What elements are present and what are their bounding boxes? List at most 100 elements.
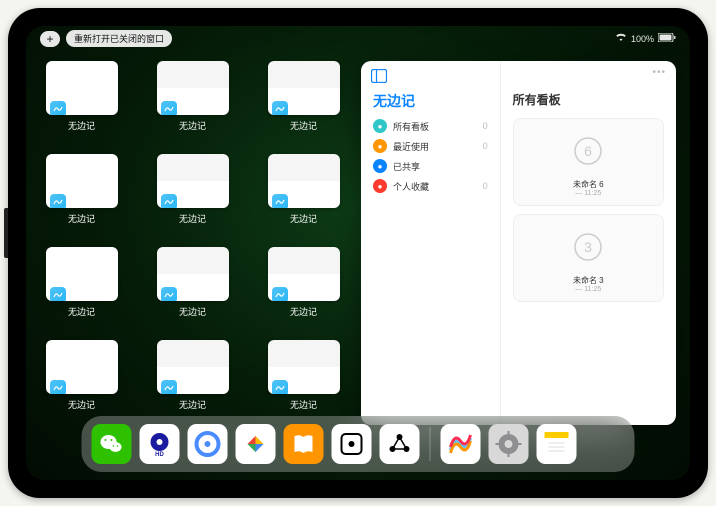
thumbnail-preview [157,247,229,301]
folder-icon: ● [373,179,387,193]
window-thumbnail[interactable]: 无边记 [262,61,345,146]
sidebar-item-label: 最近使用 [393,140,477,153]
freeform-app-icon [50,194,66,208]
board-meta: — 11:25 [522,190,655,197]
ipad-frame: + 重新打开已关闭的窗口 100% 无边记无边记无边记无边记无边记无边记无边记无… [8,8,708,498]
dock-app-books[interactable] [284,424,324,464]
window-thumbnail[interactable]: 无边记 [262,247,345,332]
board-card[interactable]: 6 未命名 6 — 11:25 [513,118,664,206]
window-thumbnail[interactable]: 无边记 [40,154,123,239]
thumbnail-preview [46,154,118,208]
thumbnail-label: 无边记 [290,212,317,225]
window-thumbnail[interactable]: 无边记 [151,61,234,146]
sidebar-item-label: 已共享 [393,160,482,173]
sidebar-item-count: 0 [483,121,488,131]
thumbnail-preview [268,247,340,301]
freeform-app-icon [50,101,66,115]
thumbnail-label: 无边记 [68,119,95,132]
thumbnail-preview [157,61,229,115]
freeform-app-icon [161,287,177,301]
window-thumbnail[interactable]: 无边记 [151,154,234,239]
thumbnail-preview [46,340,118,394]
freeform-app-icon [161,380,177,394]
dock-app-play[interactable] [236,424,276,464]
thumbnail-label: 无边记 [68,212,95,225]
window-thumbnail[interactable]: 无边记 [40,247,123,332]
thumbnail-label: 无边记 [68,305,95,318]
freeform-app-icon [50,380,66,394]
wifi-icon [615,33,627,44]
dock-app-app-library[interactable] [585,424,625,464]
screen: + 重新打开已关闭的窗口 100% 无边记无边记无边记无边记无边记无边记无边记无… [26,26,690,480]
freeform-app-icon [50,287,66,301]
board-card[interactable]: 3 未命名 3 — 11:25 [513,214,664,302]
dock-app-freeform[interactable] [441,424,481,464]
dock-app-wechat[interactable] [92,424,132,464]
freeform-app-icon [272,194,288,208]
drag-handle-icon[interactable]: ••• [652,67,666,78]
window-thumbnail[interactable]: 无边记 [262,340,345,425]
freeform-app-icon [161,101,177,115]
svg-text:6: 6 [584,143,592,159]
board-name: 未命名 3 [522,275,655,286]
sidebar-item[interactable]: ● 所有看板 0 [373,119,488,133]
dock-app-settings[interactable] [489,424,529,464]
thumbnail-preview [46,61,118,115]
sidebar-item-label: 个人收藏 [393,180,477,193]
window-thumbnail[interactable]: 无边记 [151,247,234,332]
content-title: 所有看板 [513,91,664,108]
workspace: 无边记无边记无边记无边记无边记无边记无边记无边记无边记无边记无边记无边记 •••… [26,49,690,425]
board-thumbnail: 6 [522,127,655,175]
window-thumbnail[interactable]: 无边记 [40,61,123,146]
thumbnail-label: 无边记 [179,305,206,318]
dock-app-quark-hd[interactable]: HD [140,424,180,464]
sidebar-item-count: 0 [483,141,488,151]
freeform-app-icon [272,287,288,301]
thumbnail-label: 无边记 [68,398,95,411]
svg-text:HD: HD [155,452,164,458]
status-bar: + 重新打开已关闭的窗口 100% [26,26,690,49]
thumbnail-preview [268,154,340,208]
battery-icon [658,33,676,44]
thumbnail-preview [268,340,340,394]
thumbnail-preview [268,61,340,115]
thumbnail-label: 无边记 [179,212,206,225]
thumbnail-preview [157,154,229,208]
window-thumbnail[interactable]: 无边记 [262,154,345,239]
thumbnail-preview [46,247,118,301]
dock: HD [82,416,635,472]
folder-icon: ● [373,159,387,173]
battery-text: 100% [631,34,654,44]
thumbnail-label: 无边记 [179,398,206,411]
panel-content: 所有看板 6 未命名 6 — 11:25 3 未命名 3 — 11:25 [500,61,676,425]
new-window-button[interactable]: + [40,31,60,47]
window-thumbnails-grid: 无边记无边记无边记无边记无边记无边记无边记无边记无边记无边记无边记无边记 [40,61,345,425]
dock-app-hub[interactable] [380,424,420,464]
reopen-closed-window-button[interactable]: 重新打开已关闭的窗口 [66,30,172,47]
board-name: 未命名 6 [522,179,655,190]
dock-app-quark[interactable] [188,424,228,464]
folder-icon: ● [373,119,387,133]
sidebar-item[interactable]: ● 最近使用 0 [373,139,488,153]
thumbnail-preview [157,340,229,394]
thumbnail-label: 无边记 [290,398,317,411]
dock-app-notes[interactable] [537,424,577,464]
sidebar-item[interactable]: ● 已共享 [373,159,488,173]
sidebar-item-label: 所有看板 [393,120,477,133]
dock-divider [430,427,431,461]
thumbnail-label: 无边记 [290,119,317,132]
freeform-app-icon [272,101,288,115]
freeform-app-icon [272,380,288,394]
sidebar-toggle-icon[interactable] [371,69,387,83]
board-thumbnail: 3 [522,223,655,271]
window-thumbnail[interactable]: 无边记 [40,340,123,425]
window-thumbnail[interactable]: 无边记 [151,340,234,425]
freeform-app-icon [161,194,177,208]
panel-sidebar: 无边记 ● 所有看板 0● 最近使用 0● 已共享 ● 个人收藏 0 [361,61,500,425]
sidebar-item[interactable]: ● 个人收藏 0 [373,179,488,193]
board-meta: — 11:25 [522,286,655,293]
dock-app-dots-app[interactable] [332,424,372,464]
stage-manager-side-panel[interactable]: ••• 无边记 ● 所有看板 0● 最近使用 0● 已共享 ● 个人收藏 0 所… [361,61,676,425]
thumbnail-label: 无边记 [179,119,206,132]
folder-icon: ● [373,139,387,153]
